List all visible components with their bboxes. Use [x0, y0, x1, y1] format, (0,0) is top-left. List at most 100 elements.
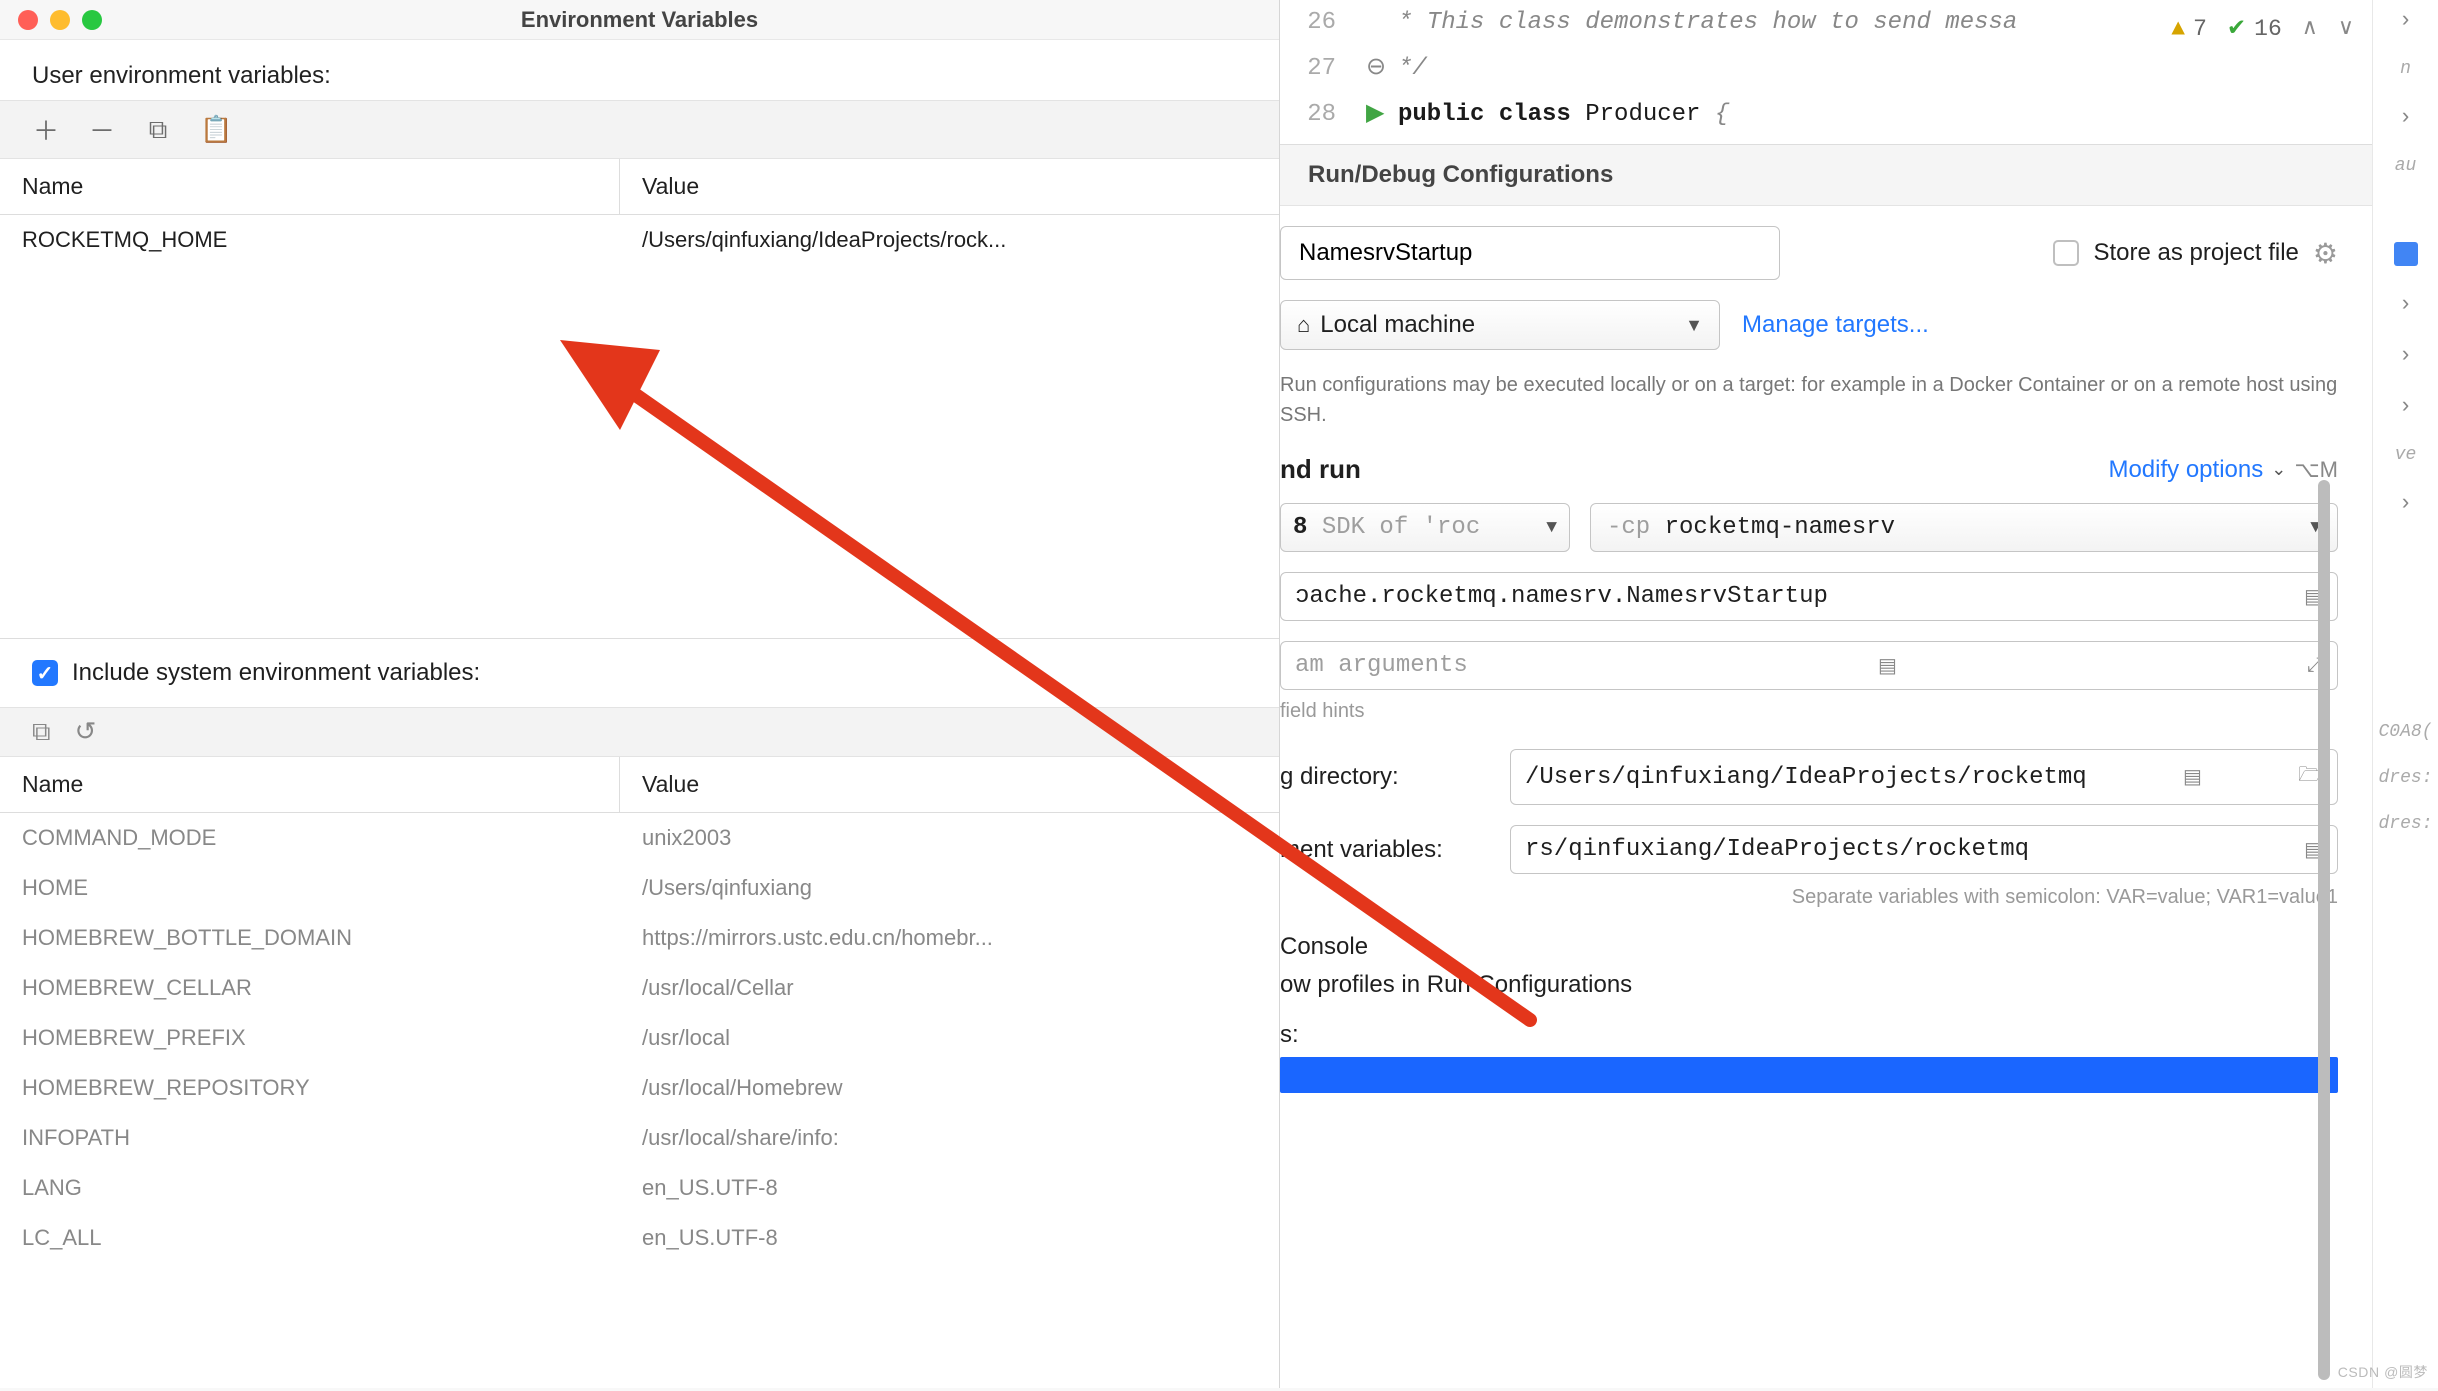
ok-check-icon: ✔ [2227, 6, 2246, 52]
sys-var-row[interactable]: LC_ALLen_US.UTF-8 [0, 1213, 1279, 1263]
manage-targets-link[interactable]: Manage targets... [1742, 311, 1929, 339]
inline-list-icon[interactable]: ▤ [2173, 764, 2202, 790]
sys-col-name-header[interactable]: Name [0, 757, 620, 812]
user-var-row[interactable]: ROCKETMQ_HOME /Users/qinfuxiang/IdeaProj… [0, 215, 1279, 265]
s-colon-label: s: [1280, 1021, 2338, 1049]
paste-var-button[interactable]: 📋 [200, 114, 228, 145]
col-name-header[interactable]: Name [0, 159, 620, 214]
console-section: Console ow profiles in Run Configuration… [1280, 933, 2338, 1093]
modify-options-kbd: ⌥M [2294, 457, 2338, 483]
sys-var-row[interactable]: HOMEBREW_PREFIX/usr/local [0, 1013, 1279, 1063]
store-as-project-checkbox[interactable] [2053, 240, 2079, 266]
gutter-item: n [2400, 59, 2411, 79]
sys-var-name: LANG [0, 1163, 620, 1213]
config-name-input[interactable] [1280, 226, 1780, 280]
remove-var-button[interactable]: － [88, 111, 116, 148]
dialog-title: Environment Variables [0, 7, 1279, 33]
user-var-value[interactable]: /Users/qinfuxiang/IdeaProjects/rock... [620, 215, 1279, 265]
env-variables-dialog: Environment Variables User environment v… [0, 0, 1280, 1388]
chevron-down-icon: ⌄ [2271, 459, 2286, 480]
sys-var-row[interactable]: HOMEBREW_BOTTLE_DOMAINhttps://mirrors.us… [0, 913, 1279, 963]
sys-var-row[interactable]: HOME/Users/qinfuxiang [0, 863, 1279, 913]
build-and-run-section-header: nd run Modify options ⌄ ⌥M [1280, 454, 2338, 485]
code-line: * This class demonstrates how to send me… [1328, 9, 2017, 36]
panel-scrollbar[interactable] [2318, 480, 2330, 1380]
sys-var-value: https://mirrors.ustc.edu.cn/homebr... [620, 913, 1279, 963]
sys-var-value: /usr/local [620, 1013, 1279, 1063]
line-number: 27 [1286, 46, 1336, 92]
user-vars-header-row: Name Value [0, 159, 1279, 215]
warning-icon: ▲ [2171, 6, 2185, 52]
user-var-name[interactable]: ROCKETMQ_HOME [0, 215, 620, 265]
copy-var-button[interactable]: ⧉ [144, 114, 172, 146]
inspection-badges: ▲7 ✔16 ∧ ∨ [2171, 6, 2354, 52]
local-machine-icon: ⌂ [1297, 312, 1310, 337]
ok-badge[interactable]: ✔16 [2227, 6, 2282, 52]
chevron-down-icon: ▼ [1685, 315, 1703, 336]
chevron-right-icon[interactable]: › [2399, 105, 2412, 130]
gutter-item: C0A8( [2379, 722, 2433, 742]
main-class-input[interactable]: ɔache.rocketmq.namesrv.NamesrvStartup ▤ [1280, 572, 2338, 621]
chevron-down-icon: ▼ [1546, 518, 1557, 538]
code-line: public class Producer { [1328, 101, 1729, 128]
line-number: 28 [1286, 92, 1336, 138]
chevron-right-icon[interactable]: › [2399, 292, 2412, 317]
line-number: 26 [1286, 0, 1336, 46]
sys-var-value: en_US.UTF-8 [620, 1163, 1279, 1213]
chevron-right-icon[interactable]: › [2399, 343, 2412, 368]
add-var-button[interactable]: ＋ [32, 111, 60, 148]
working-dir-input[interactable]: /Users/qinfuxiang/IdeaProjects/rocketmq … [1510, 749, 2338, 805]
col-value-header[interactable]: Value [620, 159, 1279, 214]
chevron-right-icon[interactable]: › [2399, 8, 2412, 33]
next-highlight-button[interactable]: ∨ [2338, 6, 2354, 52]
run-debug-config-panel: Run/Debug Configurations Store as projec… [1280, 144, 2372, 1093]
sys-var-value: en_US.UTF-8 [620, 1213, 1279, 1263]
copy-sys-var-button[interactable]: ⧉ [32, 716, 51, 748]
prev-highlight-button[interactable]: ∧ [2302, 6, 2318, 52]
sys-var-row[interactable]: INFOPATH/usr/local/share/info: [0, 1113, 1279, 1163]
sys-col-value-header[interactable]: Value [620, 757, 1279, 812]
include-system-row[interactable]: ✓ Include system environment variables: [0, 639, 1279, 707]
user-vars-label: User environment variables: [0, 40, 1279, 100]
user-vars-table: Name Value ROCKETMQ_HOME /Users/qinfuxia… [0, 159, 1279, 639]
program-args-input[interactable]: am arguments ▤ ⤢ [1280, 641, 2338, 690]
classpath-module-selector[interactable]: -cp rocketmq-namesrv ▼ [1590, 503, 2338, 552]
run-gutter-icon[interactable]: ▶ [1366, 92, 1384, 138]
sys-var-row[interactable]: COMMAND_MODEunix2003 [0, 813, 1279, 863]
selected-logs-row[interactable] [1280, 1057, 2338, 1093]
profiles-label: ow profiles in Run Configurations [1280, 971, 2338, 999]
collapse-icon[interactable]: ⊖ [1366, 46, 1386, 92]
editor-right-gutter: › n › au › › › ve › C0A8( dres: dres: [2372, 0, 2438, 1388]
sys-var-value: /usr/local/Cellar [620, 963, 1279, 1013]
sys-var-name: HOMEBREW_PREFIX [0, 1013, 620, 1063]
sys-var-value: /usr/local/Homebrew [620, 1063, 1279, 1113]
sys-var-name: COMMAND_MODE [0, 813, 620, 863]
store-as-project-label: Store as project file [2093, 239, 2298, 267]
field-hints-label: field hints [1280, 700, 2338, 723]
target-helper-text: Run configurations may be executed local… [1280, 370, 2338, 430]
sys-var-row[interactable]: LANGen_US.UTF-8 [0, 1163, 1279, 1213]
sys-vars-table: Name Value COMMAND_MODEunix2003HOME/User… [0, 757, 1279, 1263]
sys-var-row[interactable]: HOMEBREW_REPOSITORY/usr/local/Homebrew [0, 1063, 1279, 1113]
run-target-combo[interactable]: ⌂Local machine ▼ [1280, 300, 1720, 350]
watermark-text: CSDN @圆梦 [2338, 1362, 2428, 1382]
store-settings-gear-icon[interactable]: ⚙ [2313, 237, 2338, 270]
env-vars-input[interactable]: rs/qinfuxiang/IdeaProjects/rocketmq ▤ [1510, 825, 2338, 874]
sys-vars-toolbar: ⧉ ↺ [0, 707, 1279, 757]
sys-var-value: unix2003 [620, 813, 1279, 863]
console-label: Console [1280, 933, 2338, 961]
include-system-checkbox[interactable]: ✓ [32, 660, 58, 686]
jdk-selector[interactable]: 8 SDK of 'roc ▼ [1280, 503, 1570, 552]
sys-var-row[interactable]: HOMEBREW_CELLAR/usr/local/Cellar [0, 963, 1279, 1013]
chevron-right-icon[interactable]: › [2399, 491, 2412, 516]
modify-options-link[interactable]: Modify options ⌄ ⌥M [2108, 456, 2338, 484]
gutter-item: dres: [2379, 768, 2433, 788]
inline-list-icon[interactable]: ▤ [1868, 653, 1897, 679]
working-dir-label: g directory: [1280, 763, 1490, 791]
build-and-run-title: nd run [1280, 454, 1361, 485]
revert-sys-var-button[interactable]: ↺ [75, 716, 97, 748]
sys-var-name: HOMEBREW_REPOSITORY [0, 1063, 620, 1113]
chevron-right-icon[interactable]: › [2399, 394, 2412, 419]
warning-badge[interactable]: ▲7 [2171, 6, 2207, 52]
gutter-item: ve [2395, 445, 2417, 465]
